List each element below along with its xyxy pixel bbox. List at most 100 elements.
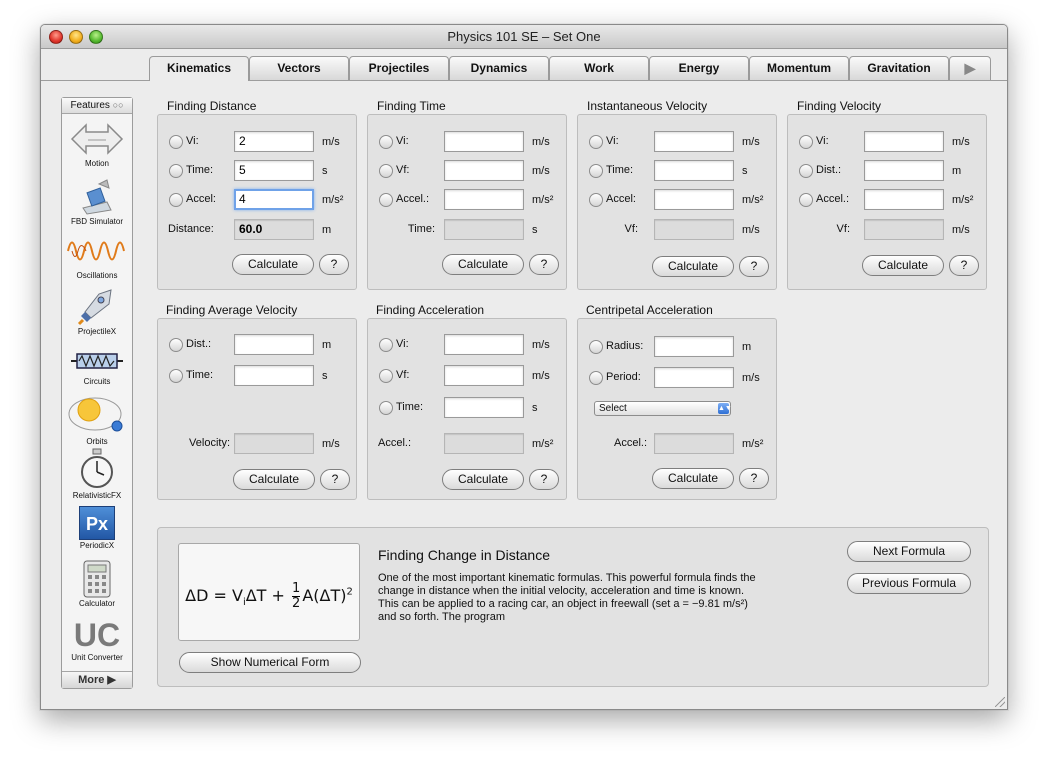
time-field[interactable] [444, 397, 524, 418]
instantaneous-velocity-title: Instantaneous Velocity [587, 99, 708, 113]
sidebar-item-periodicx[interactable]: Px PeriodicX [62, 506, 132, 551]
sidebar-item-oscillations[interactable]: Oscillations [62, 232, 132, 281]
inst-calculate-button[interactable]: Calculate [652, 256, 734, 277]
tab-kinematics[interactable]: Kinematics [149, 56, 249, 81]
double-arrow-icon [70, 123, 124, 155]
resize-grip[interactable] [995, 697, 1005, 707]
minimize-window-button[interactable] [69, 30, 83, 44]
vi-label: Vi: [606, 135, 619, 147]
average-velocity-title: Finding Average Velocity [166, 303, 298, 317]
acc-time-row: Time: s [368, 397, 566, 419]
close-window-button[interactable] [49, 30, 63, 44]
vi-field[interactable] [444, 131, 524, 152]
period-field[interactable] [654, 367, 734, 388]
tab-work[interactable]: Work [549, 56, 649, 80]
sidebar-toggle-icon[interactable]: ○○ [113, 100, 124, 110]
acceleration-calculate-button[interactable]: Calculate [442, 469, 524, 490]
time-help-button[interactable]: ? [529, 254, 559, 275]
vf-result-unit: m/s [952, 224, 970, 236]
time-field[interactable]: 5 [234, 160, 314, 181]
radius-radio[interactable] [589, 340, 603, 354]
app-window: Physics 101 SE – Set One Kinematics Vect… [40, 24, 1008, 710]
accel-radio[interactable] [169, 193, 183, 207]
dist-label: Dist.: [816, 164, 842, 176]
tab-gravitation[interactable]: Gravitation [849, 56, 949, 80]
vf-radio[interactable] [379, 369, 393, 383]
accel-radio[interactable] [799, 193, 813, 207]
more-button[interactable]: More ▶ [62, 671, 132, 688]
next-formula-button[interactable]: Next Formula [847, 541, 971, 562]
period-radio[interactable] [589, 371, 603, 385]
vf-field[interactable] [444, 160, 524, 181]
vi-field[interactable] [444, 334, 524, 355]
velocity-help-button[interactable]: ? [949, 255, 979, 276]
radius-field[interactable] [654, 336, 734, 357]
time-label: Time: [186, 369, 214, 381]
dist-field[interactable] [234, 334, 314, 355]
dist-radio[interactable] [799, 164, 813, 178]
sidebar-item-circuits[interactable]: Circuits [62, 346, 132, 387]
inst-help-button[interactable]: ? [739, 256, 769, 277]
centripetal-calculate-button[interactable]: Calculate [652, 468, 734, 489]
vi-radio[interactable] [379, 338, 393, 352]
accel-field[interactable] [444, 189, 524, 210]
window-title: Physics 101 SE – Set One [447, 29, 601, 44]
vi-field[interactable] [864, 131, 944, 152]
sidebar-item-projectilex[interactable]: ProjectileX [62, 286, 132, 337]
sidebar-item-relativisticfx[interactable]: RelativisticFX [62, 448, 132, 501]
sidebar-item-calculator[interactable]: Calculator [62, 560, 132, 609]
centripetal-help-button[interactable]: ? [739, 468, 769, 489]
time-unit: s [742, 165, 748, 177]
vi-field[interactable]: 2 [234, 131, 314, 152]
tab-momentum[interactable]: Momentum [749, 56, 849, 80]
time-calculate-button[interactable]: Calculate [442, 254, 524, 275]
vi-radio[interactable] [379, 135, 393, 149]
formula-title: Finding Change in Distance [378, 547, 550, 563]
accel-field[interactable]: 4 [234, 189, 314, 210]
acceleration-help-button[interactable]: ? [529, 469, 559, 490]
acc-vi-row: Vi: m/s [368, 334, 566, 356]
show-numerical-form-button[interactable]: Show Numerical Form [179, 652, 361, 673]
vi-radio[interactable] [169, 135, 183, 149]
accel-field[interactable] [654, 189, 734, 210]
avg-calculate-button[interactable]: Calculate [233, 469, 315, 490]
tab-scroll-right[interactable]: ▶ [949, 56, 991, 80]
avg-help-button[interactable]: ? [320, 469, 350, 490]
time-field[interactable] [654, 160, 734, 181]
zoom-window-button[interactable] [89, 30, 103, 44]
accel-result-unit: m/s² [532, 438, 554, 450]
time-radio[interactable] [589, 164, 603, 178]
vf-result-unit: m/s [742, 224, 760, 236]
sidebar-item-unit-converter[interactable]: UC Unit Converter [62, 618, 132, 663]
time-radio[interactable] [169, 164, 183, 178]
sidebar-item-motion[interactable]: Motion [62, 120, 132, 169]
vi-field[interactable] [654, 131, 734, 152]
vi-unit: m/s [952, 136, 970, 148]
title-bar: Physics 101 SE – Set One [41, 25, 1007, 49]
tab-projectiles[interactable]: Projectiles [349, 56, 449, 80]
time-radio[interactable] [169, 369, 183, 383]
centripetal-select[interactable]: Select ▲▼ [594, 401, 732, 416]
vf-field[interactable] [444, 365, 524, 386]
vf-radio[interactable] [379, 164, 393, 178]
previous-formula-button[interactable]: Previous Formula [847, 573, 971, 594]
tab-vectors[interactable]: Vectors [249, 56, 349, 80]
accel-radio[interactable] [589, 193, 603, 207]
vi-radio[interactable] [799, 135, 813, 149]
accel-radio[interactable] [379, 193, 393, 207]
velocity-calculate-button[interactable]: Calculate [862, 255, 944, 276]
tab-energy[interactable]: Energy [649, 56, 749, 80]
dist-radio[interactable] [169, 338, 183, 352]
distance-help-button[interactable]: ? [319, 254, 349, 275]
dist-field[interactable] [864, 160, 944, 181]
tab-dynamics[interactable]: Dynamics [449, 56, 549, 80]
time-radio[interactable] [379, 401, 393, 415]
formula-description: One of the most important kinematic form… [378, 572, 756, 623]
vi-radio[interactable] [589, 135, 603, 149]
sidebar-item-orbits[interactable]: Orbits [62, 394, 132, 447]
sidebar-item-fbd-simulator[interactable]: FBD Simulator [62, 178, 132, 227]
accel-field[interactable] [864, 189, 944, 210]
time-field[interactable] [234, 365, 314, 386]
select-value: Select [599, 403, 627, 414]
distance-calculate-button[interactable]: Calculate [232, 254, 314, 275]
